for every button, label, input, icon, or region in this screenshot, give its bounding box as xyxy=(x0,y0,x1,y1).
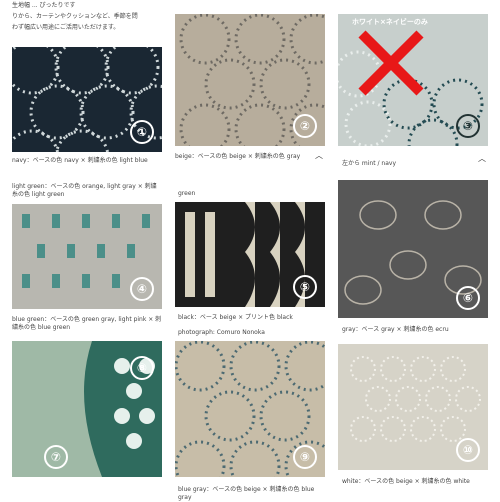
intro-line-3: わず幅広い用途にご活用いただけます。 xyxy=(12,24,120,31)
number-badge: ⑥ xyxy=(456,286,480,310)
caption-white: white：ベースの色 beige × 刺繍糸の色 white xyxy=(342,478,470,485)
caption-green: green xyxy=(178,190,196,197)
chevron-up-icon[interactable]: ︿ xyxy=(478,153,486,164)
number-badge: ④ xyxy=(130,277,154,301)
fabric-tile-navy[interactable]: ① xyxy=(12,47,162,152)
fabric-tile-green-mint[interactable]: ⑦ ⑧ xyxy=(12,341,162,477)
chevron-up-icon[interactable]: ︿ xyxy=(315,150,323,161)
fabric-tile-gray[interactable]: ⑥ xyxy=(338,180,488,318)
number-badge: ⑩ xyxy=(456,438,480,462)
notice-label: ホワイト×ネイビーのみ xyxy=(352,18,428,26)
number-badge-7: ⑦ xyxy=(44,445,68,469)
fabric-tile-blue-gray[interactable]: ⑨ xyxy=(175,341,325,477)
fabric-tile-beige[interactable]: ② xyxy=(175,14,325,146)
caption-beige: beige：ベースの色 beige × 刺繍糸の色 gray xyxy=(175,153,301,160)
caption-mint-navy: 左から mint / navy xyxy=(342,160,396,167)
number-badge: ① xyxy=(130,120,154,144)
caption-black: black：ベース beige × プリント色 black xyxy=(178,314,293,321)
x-mark-icon xyxy=(356,28,426,98)
number-badge: ② xyxy=(293,114,317,138)
caption-navy: navy：ベースの色 navy × 刺繍糸の色 light blue xyxy=(12,157,148,164)
number-badge: ⑨ xyxy=(293,445,317,469)
caption-gray: gray：ベース gray × 刺繍糸の色 ecru xyxy=(342,326,449,333)
intro-line-1: 生地幅 ... ぴったりです xyxy=(12,2,76,9)
caption-light-green: light green：ベースの色 orange, light gray × 刺… xyxy=(12,183,157,198)
intro-text: 生地幅 ... ぴったりです りから、カーテンやクッションなど、季節を問 わず幅… xyxy=(12,0,162,33)
intro-line-2: りから、カーテンやクッションなど、季節を問 xyxy=(12,13,138,20)
fabric-tile-mint-navy[interactable]: ホワイト×ネイビーのみ ③ xyxy=(338,14,488,146)
number-badge: ⑤ xyxy=(293,275,317,299)
fabric-tile-light-green[interactable]: ④ xyxy=(12,204,162,309)
number-badge: ③ xyxy=(456,114,480,138)
caption-blue-green: blue green：ベースの色 green gray, light pink … xyxy=(12,316,162,331)
number-badge-8: ⑧ xyxy=(130,356,154,380)
fabric-tile-black[interactable]: ⑤ xyxy=(175,202,325,307)
caption-photo-credit: photograph: Comuro Nonoka xyxy=(178,329,265,336)
fabric-tile-white[interactable]: ⑩ xyxy=(338,344,488,470)
